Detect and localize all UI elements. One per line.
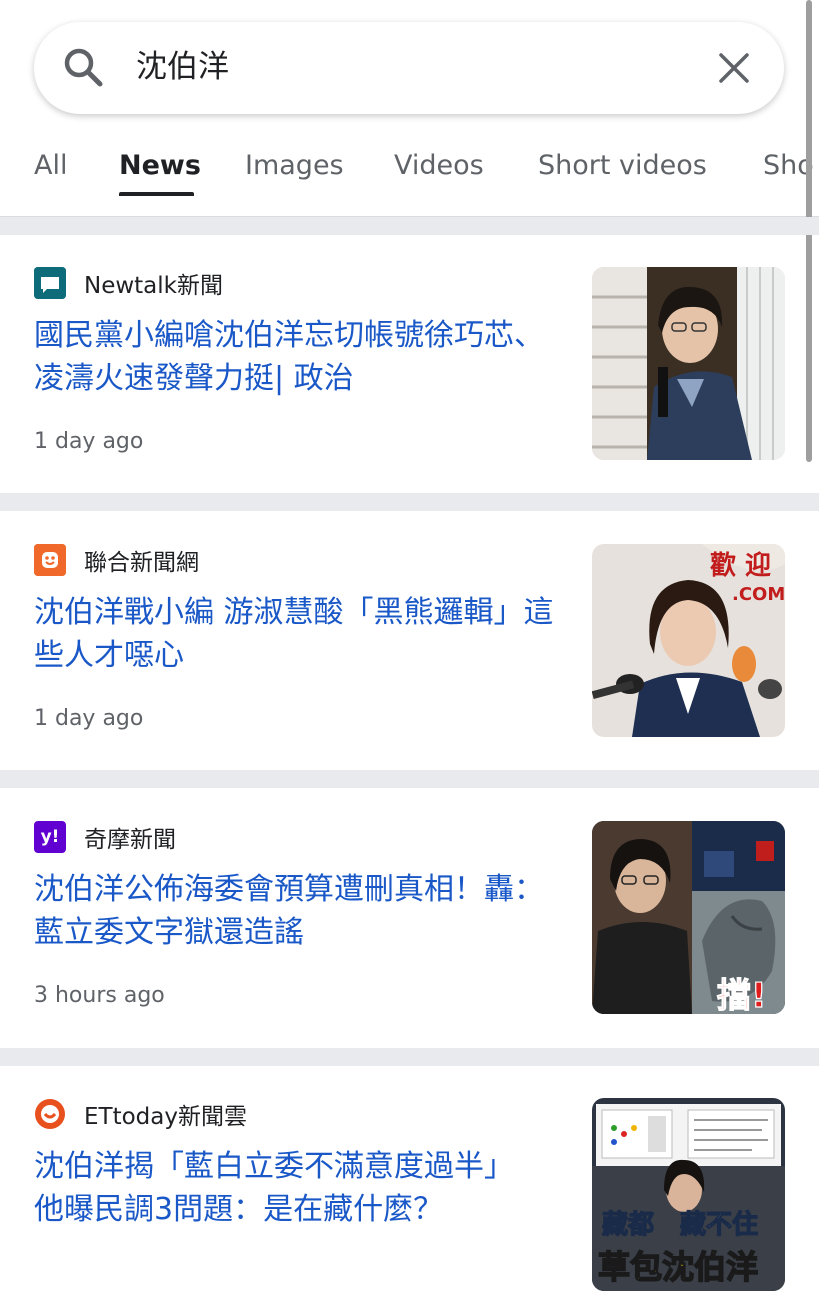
udn-logo-icon — [34, 544, 66, 576]
thumbnail-image[interactable]: 藏都 藏不住 草包沈伯洋 — [592, 1098, 785, 1291]
tab-all[interactable]: All — [34, 150, 67, 181]
source-row: y! 奇摩新聞 — [34, 821, 176, 853]
timestamp: 3 hours ago — [34, 983, 165, 1008]
tab-short-videos[interactable]: Short videos — [538, 150, 707, 181]
thumbnail-image[interactable] — [592, 267, 785, 460]
thumbnail-caption-text: 草包沈伯洋 — [598, 1248, 758, 1286]
tab-videos[interactable]: Videos — [394, 150, 484, 181]
yahoo-logo-text: y! — [40, 827, 60, 847]
search-icon[interactable] — [60, 44, 106, 90]
news-card[interactable]: y! 奇摩新聞 沈伯洋公佈海委會預算遭刪真相！轟：藍立委文字獄還造謠 3 hou… — [0, 821, 819, 1031]
thumbnail-image[interactable]: 擋! — [592, 821, 785, 1014]
source-row: ETtoday新聞雲 — [34, 1098, 247, 1130]
source-name: 聯合新聞網 — [84, 550, 199, 576]
section-divider — [0, 493, 819, 511]
source-row: Newtalk新聞 — [34, 267, 223, 299]
section-divider — [0, 770, 819, 788]
section-divider — [0, 217, 819, 235]
source-name: ETtoday新聞雲 — [84, 1104, 247, 1130]
close-icon[interactable] — [712, 46, 756, 90]
timestamp: 1 day ago — [34, 706, 144, 731]
newtalk-logo-icon — [34, 267, 66, 299]
news-card[interactable]: 聯合新聞網 沈伯洋戰小編 游淑慧酸「黑熊邏輯」這些人才噁心 1 day ago … — [0, 544, 819, 754]
section-divider — [0, 1048, 819, 1066]
search-tabs: All News Images Videos Short videos Sho — [0, 140, 819, 217]
thumbnail-caption-text: 擋! — [717, 976, 767, 1014]
thumbnail-sign-text: .COM — [732, 584, 785, 605]
headline-link[interactable]: 國民黨小編嗆沈伯洋忘切帳號徐巧芯、凌濤火速發聲力挺| 政治 — [34, 314, 554, 400]
news-card[interactable]: Newtalk新聞 國民黨小編嗆沈伯洋忘切帳號徐巧芯、凌濤火速發聲力挺| 政治 … — [0, 267, 819, 477]
thumbnail-image[interactable]: 歡 迎 .COM — [592, 544, 785, 737]
thumbnail-caption-text: 藏都 藏不住 — [602, 1209, 758, 1240]
ettoday-logo-icon — [34, 1098, 66, 1130]
timestamp: 1 day ago — [34, 429, 144, 454]
source-name: Newtalk新聞 — [84, 273, 223, 299]
tab-news[interactable]: News — [119, 150, 201, 181]
search-input[interactable]: 沈伯洋 — [136, 44, 229, 90]
headline-link[interactable]: 沈伯洋公佈海委會預算遭刪真相！轟：藍立委文字獄還造謠 — [34, 868, 554, 954]
headline-link[interactable]: 沈伯洋揭「藍白立委不滿意度過半」 他曝民調3問題：是在藏什麼？ — [34, 1145, 554, 1231]
yahoo-logo-icon: y! — [34, 821, 66, 853]
search-bar[interactable]: 沈伯洋 — [34, 22, 784, 114]
headline-link[interactable]: 沈伯洋戰小編 游淑慧酸「黑熊邏輯」這些人才噁心 — [34, 591, 554, 677]
thumbnail-sign-text: 歡 迎 — [710, 550, 771, 581]
source-row: 聯合新聞網 — [34, 544, 199, 576]
tab-images[interactable]: Images — [245, 150, 344, 181]
source-name: 奇摩新聞 — [84, 827, 176, 853]
active-tab-indicator — [119, 192, 194, 196]
news-card[interactable]: ETtoday新聞雲 沈伯洋揭「藍白立委不滿意度過半」 他曝民調3問題：是在藏什… — [0, 1098, 819, 1291]
